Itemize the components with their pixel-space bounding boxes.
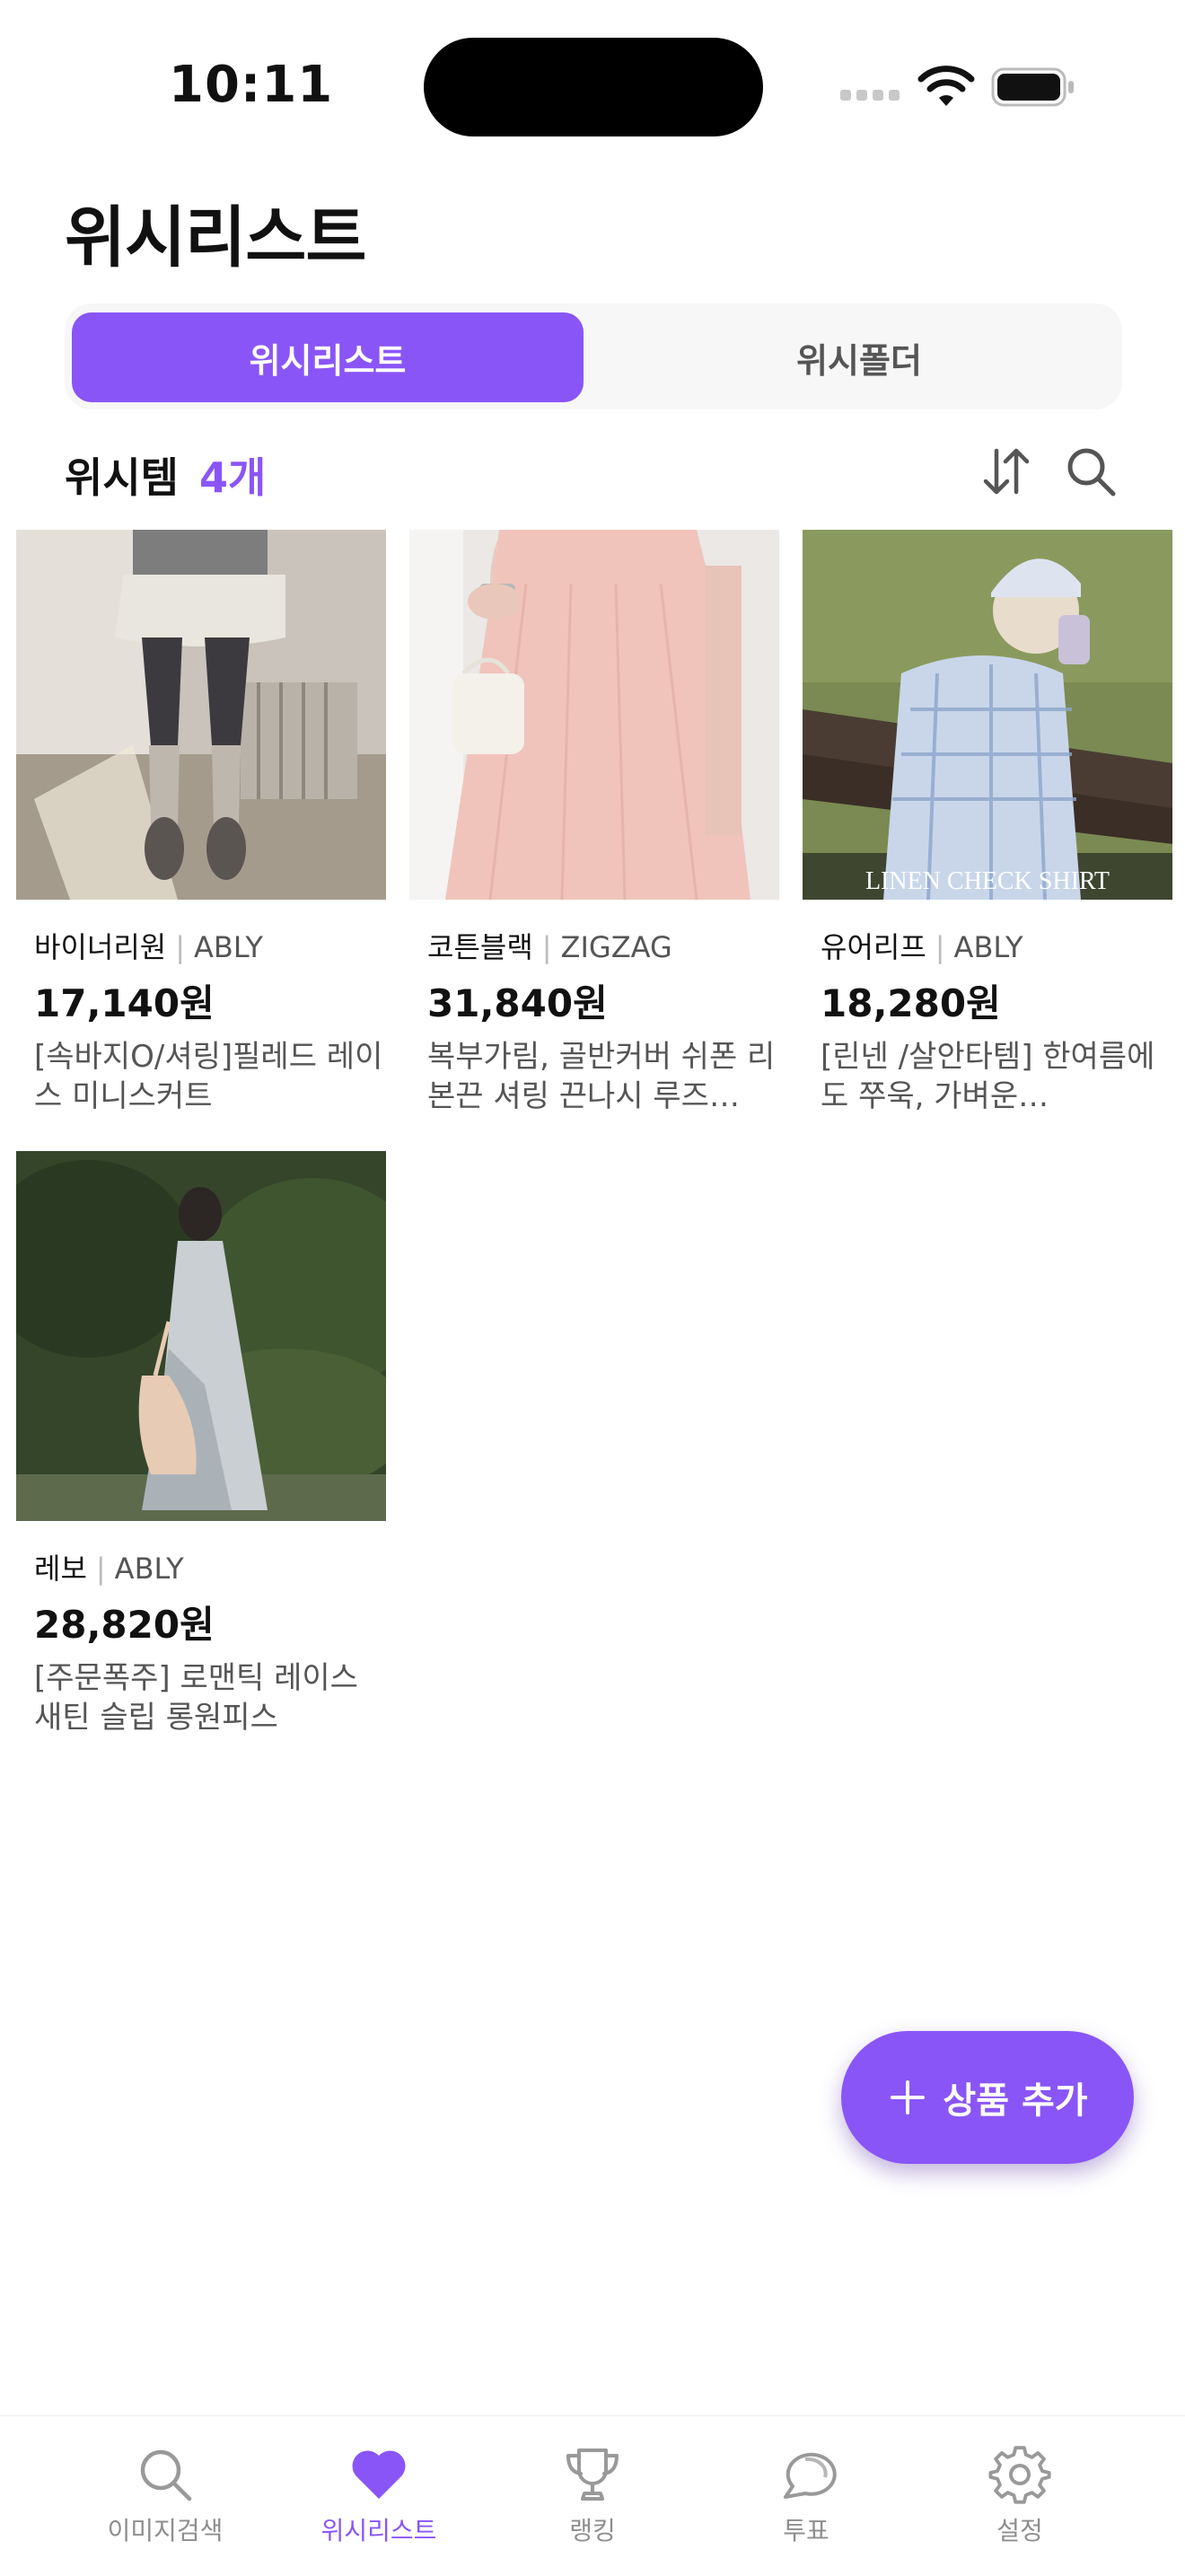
product-image [409,530,779,900]
tab-label: 위시리스트 [320,2516,437,2545]
product-image [16,1151,386,1521]
platform-name: ABLY [114,1552,184,1586]
page-title: 위시리스트 [65,199,366,277]
product-description: 복부가림, 골반커버 쉬폰 리본끈 셔링 끈나시 루즈… [427,1039,776,1114]
search-icon [140,2449,192,2501]
tab-label: 랭킹 [569,2516,616,2545]
tab-settings[interactable]: 설정 [930,2443,1110,2547]
gear-icon [988,2446,1051,2504]
product-card[interactable]: LINEN CHECK SHIRT 유어리프 | ABLY 18,280원 [린넨￼… [803,530,1172,1116]
heart-icon [352,2450,406,2499]
product-price: 18,280원 [821,981,1001,1025]
search-icon[interactable] [1061,442,1120,501]
separator: | [175,930,185,964]
product-card[interactable]: 바이너리원 | ABLY 17,140원 [속바지O/셔링]필레드 레이스 미니스커… [16,530,386,1116]
separator: | [935,930,945,964]
store-name: 유어리프 [821,930,926,964]
platform-name: ABLY [953,930,1023,964]
wifi-icon [917,66,975,106]
product-image [16,530,386,900]
platform-name: ABLY [193,930,263,964]
tab-ranking[interactable]: 랭킹 [503,2443,682,2547]
cellular-signal-icon [840,90,900,101]
product-description: [속바지O/셔링]필레드 레이스 미니스커트 [34,1039,383,1114]
store-name: 레보 [34,1552,87,1586]
wish-items-header: 위시템 4개 [65,440,1120,503]
segment-wishlist[interactable]: 위시리스트 [72,312,584,402]
section-label: 위시템 [65,453,179,502]
tab-wishlist[interactable]: 위시리스트 [289,2443,469,2547]
product-image: LINEN CHECK SHIRT [803,530,1172,900]
tab-image-search[interactable]: 이미지검색 [75,2443,255,2547]
battery-icon [991,67,1074,107]
platform-name: ZIGZAG [560,930,672,964]
status-time: 10:11 [169,56,334,114]
segmented-control: 위시리스트 위시폴더 [65,303,1122,409]
product-description: [린넨￼ /살안타템] 한여름에도 쭈욱, 가벼운… [821,1039,1155,1114]
add-product-label: 상품 추가 [943,2080,1088,2122]
product-price: 17,140원 [34,981,215,1025]
tab-label: 설정 [996,2516,1043,2545]
separator: | [95,1552,106,1586]
sort-icon[interactable] [977,442,1036,501]
product-card[interactable]: 코튼블랙 | ZIGZAG 31,840원 복부가림, 골반커버 쉬폰 리본끈 셔링… [409,530,779,1116]
trophy-icon [566,2449,619,2501]
product-price: 31,840원 [427,981,608,1025]
store-name: 코튼블랙 [427,930,533,964]
separator: | [541,930,552,964]
add-product-button[interactable]: 상품 추가 [841,2031,1134,2164]
store-name: 바이너리원 [34,930,167,964]
tab-bar: 이미지검색 위시리스트 랭킹 투표 설정 [0,2415,1185,2576]
tab-label: 이미지검색 [107,2516,224,2545]
item-count: 4개 [199,453,267,502]
product-image-text: LINEN CHECK SHIRT [865,867,1110,895]
dynamic-island [424,38,763,136]
product-description: [주문폭주] 로맨틱 레이스 새틴 슬립 롱원피스 [34,1660,358,1736]
chat-bubble-icon [784,2452,837,2499]
tab-label: 투표 [783,2516,830,2545]
segment-wish-folder[interactable]: 위시폴더 [603,312,1115,402]
product-price: 28,820원 [34,1603,215,1647]
tab-vote[interactable]: 투표 [716,2443,896,2547]
product-card[interactable]: 레보 | ABLY 28,820원 [주문폭주] 로맨틱 레이스 새틴 슬립 롱원피… [16,1151,386,1737]
plus-icon [891,2080,926,2114]
